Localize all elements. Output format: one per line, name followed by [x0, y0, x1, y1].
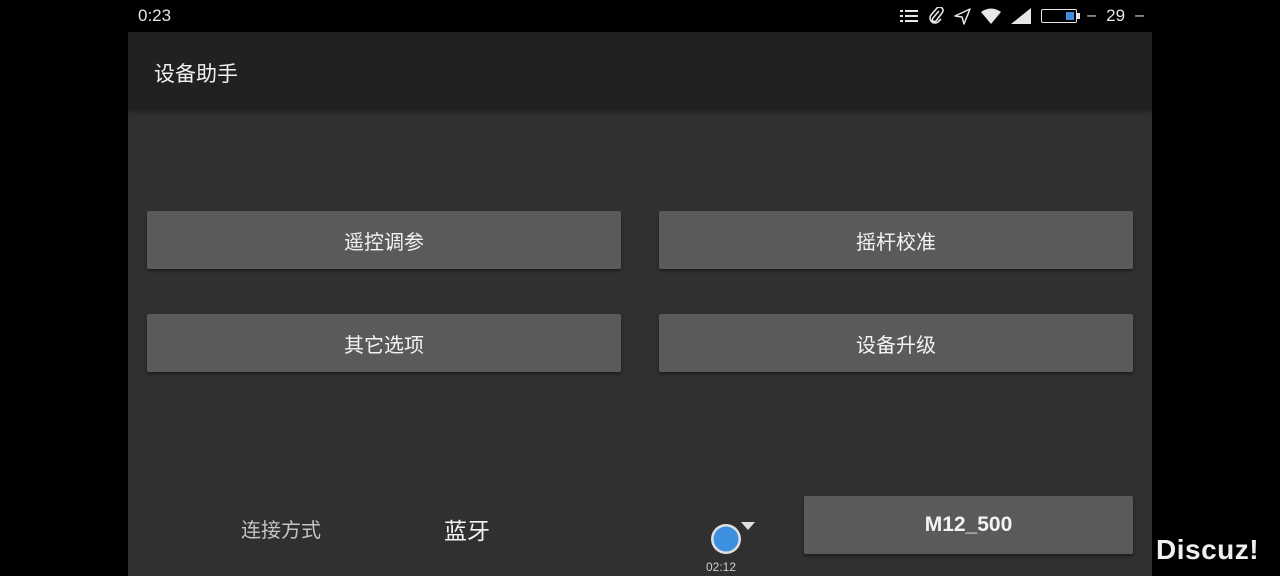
other-options-button[interactable]: 其它选项	[147, 314, 621, 372]
connection-method-label: 连接方式	[241, 518, 321, 542]
wifi-icon	[981, 8, 1002, 24]
app-title: 设备助手	[154, 62, 238, 86]
remote-tuning-button[interactable]: 遥控调参	[147, 211, 621, 269]
bluetooth-status-icon[interactable]	[708, 517, 756, 557]
battery-dash: –	[1087, 7, 1097, 24]
app-toolbar: 设备助手	[128, 32, 1152, 109]
stick-calibration-button[interactable]: 摇杆校准	[659, 211, 1133, 269]
device-name-button[interactable]: M12_500	[804, 496, 1133, 554]
status-bar: 0:23 – 29 –	[0, 0, 1280, 32]
battery-level: 29	[1106, 6, 1126, 25]
battery-icon	[1041, 9, 1081, 23]
send-icon	[954, 7, 972, 25]
indicator-time: 02:12	[706, 560, 737, 574]
battery-fill	[1066, 12, 1075, 20]
discuz-watermark: Discuz!	[1156, 534, 1260, 565]
paperclip-icon	[928, 7, 945, 25]
device-upgrade-button[interactable]: 设备升级	[659, 314, 1133, 372]
status-clock: 0:23	[138, 6, 172, 25]
connection-method-value[interactable]: 蓝牙	[444, 512, 490, 546]
list-icon	[900, 8, 919, 24]
status-icons: – 29 –	[900, 6, 1144, 26]
signal-icon	[1011, 8, 1032, 24]
trailing-dash: –	[1135, 7, 1144, 24]
app-window: 设备助手 遥控调参 摇杆校准 其它选项 设备升级 连接方式 蓝牙 02:12 M…	[128, 32, 1152, 576]
